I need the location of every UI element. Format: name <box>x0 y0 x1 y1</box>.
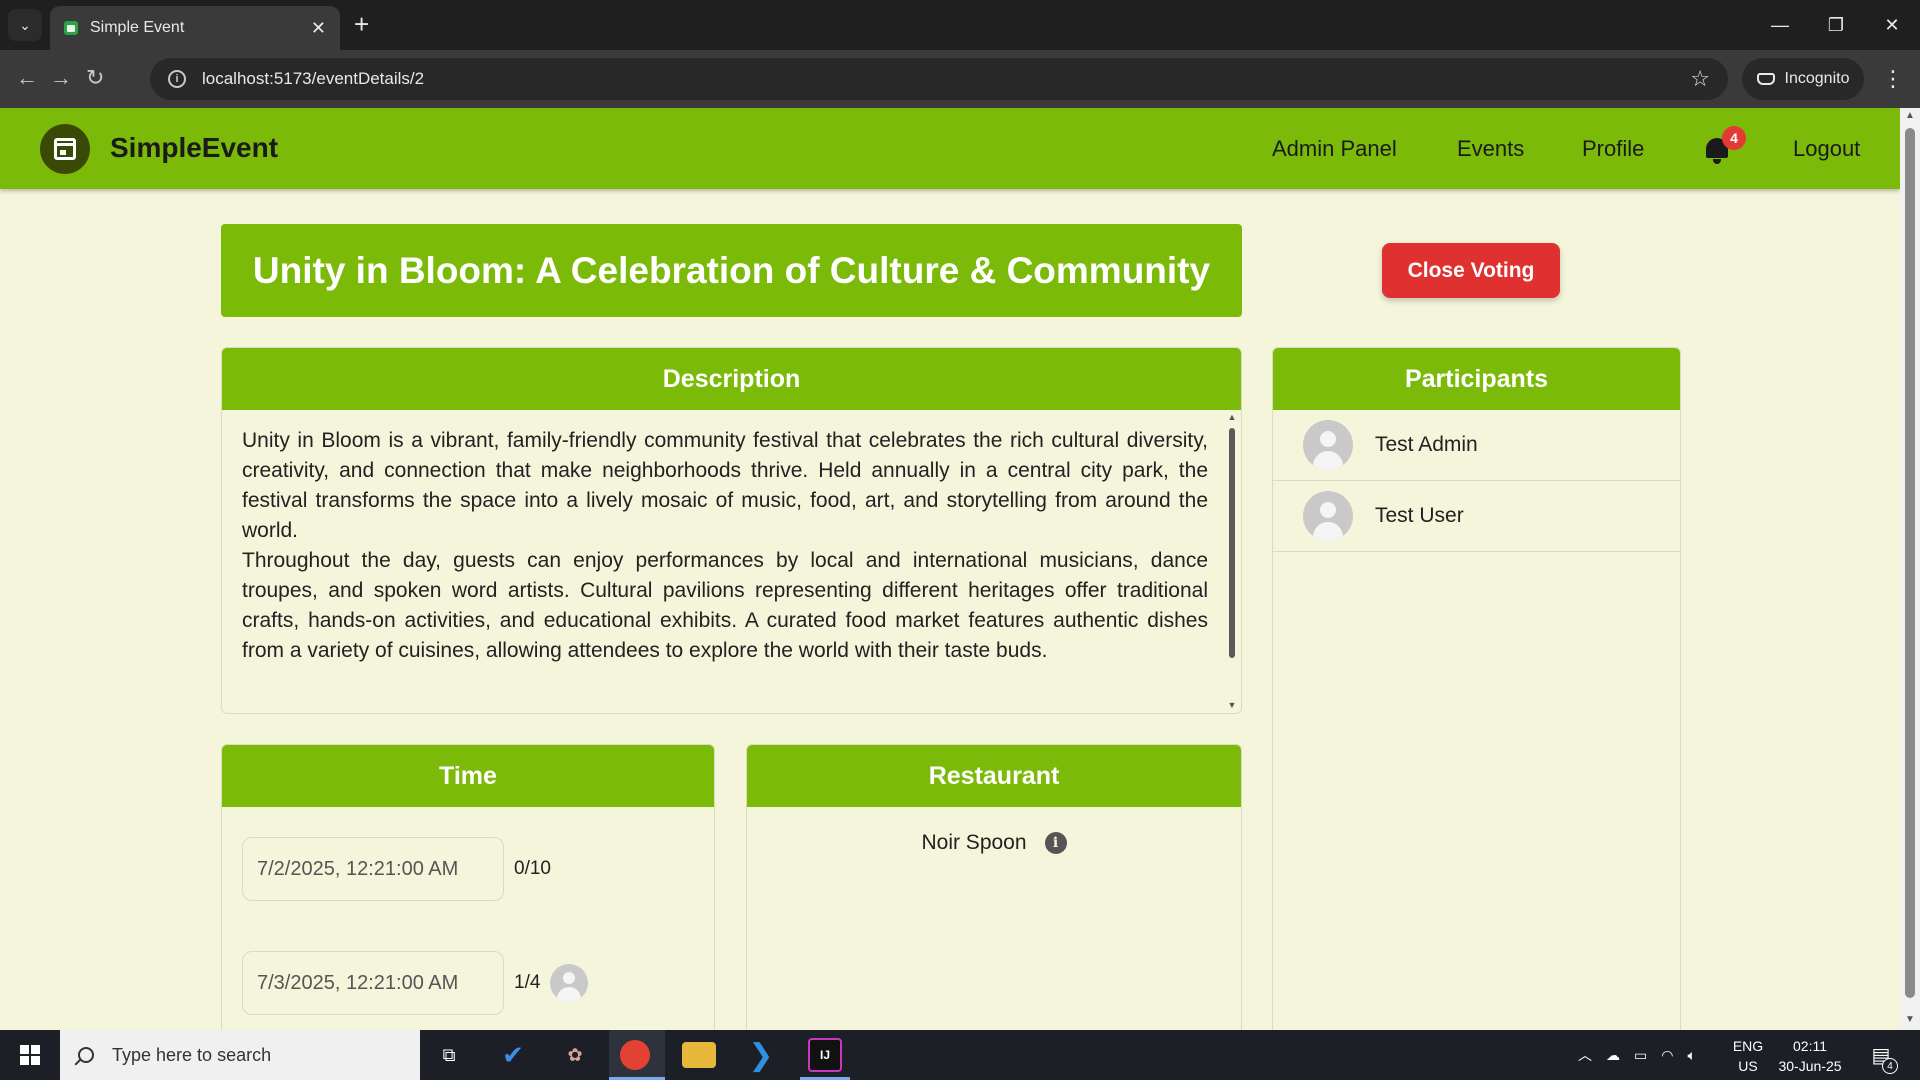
bookmark-star-icon[interactable]: ☆ <box>1690 66 1710 92</box>
onedrive-icon[interactable]: ☁ <box>1606 1047 1620 1064</box>
url-text: localhost:5173/eventDetails/2 <box>202 69 425 88</box>
tab-title: Simple Event <box>90 19 185 36</box>
start-button[interactable] <box>0 1030 60 1080</box>
site-info-icon[interactable]: i <box>168 70 186 88</box>
nav-profile[interactable]: Profile <box>1582 136 1644 162</box>
incognito-icon <box>1756 73 1775 85</box>
window-close-icon[interactable]: ✕ <box>1864 0 1920 50</box>
nav-admin-panel[interactable]: Admin Panel <box>1272 136 1397 162</box>
minimize-icon[interactable]: — <box>1752 0 1808 50</box>
volume-icon[interactable]: 🔈︎ <box>1687 1047 1695 1064</box>
participant-name: Test User <box>1375 504 1464 527</box>
participant-row[interactable]: Test User <box>1273 481 1680 552</box>
time-card: Time 7/2/2025, 12:21:00 AM 0/10 7/3/2025… <box>221 744 715 1030</box>
paint-app-icon[interactable]: ✿ <box>558 1038 592 1072</box>
battery-icon[interactable]: ▭ <box>1634 1047 1647 1064</box>
scroll-down-icon[interactable]: ▼ <box>1227 700 1237 710</box>
brand-name[interactable]: SimpleEvent <box>110 132 278 164</box>
browser-tab-bar: ⌄ Simple Event ✕ + — ❐ ✕ <box>0 0 1920 50</box>
page-viewport: SimpleEvent Admin Panel Events Profile 4… <box>0 108 1920 1030</box>
incognito-indicator[interactable]: Incognito <box>1742 58 1864 100</box>
calendar-favicon-icon <box>64 21 78 35</box>
restaurant-card: Restaurant Noir Spoon i <box>746 744 1242 1030</box>
scrollbar-thumb[interactable] <box>1905 128 1915 998</box>
time-option: 7/3/2025, 12:21:00 AM 1/4 <box>242 951 589 1015</box>
window-controls: — ❐ ✕ <box>1752 0 1920 50</box>
browser-menu-icon[interactable]: ⋮ <box>1882 62 1904 96</box>
clock-time: 02:11 <box>1793 1038 1827 1054</box>
chevron-up-icon[interactable]: ︿ <box>1578 1045 1592 1065</box>
calendar-icon <box>54 138 76 160</box>
chevron-down-icon: ⌄ <box>19 16 31 33</box>
search-icon <box>78 1047 94 1063</box>
vscode-icon[interactable]: ❯ <box>744 1038 778 1072</box>
system-tray: ︿ ☁ ▭ ◠ 🔈︎ <box>1578 1030 1696 1080</box>
todo-app-icon[interactable]: ✔ <box>496 1038 530 1072</box>
tab-close-icon[interactable]: ✕ <box>311 18 326 39</box>
participants-header: Participants <box>1273 348 1680 410</box>
forward-arrow-icon[interactable]: → <box>50 66 72 90</box>
scroll-down-icon[interactable]: ▼ <box>1900 1014 1920 1025</box>
taskbar-clock[interactable]: 02:11 30-Jun-25 <box>1770 1036 1850 1076</box>
user-avatar-icon <box>1303 420 1353 470</box>
back-arrow-icon[interactable]: ← <box>16 66 38 90</box>
description-scrollbar[interactable]: ▲ ▼ <box>1227 412 1237 712</box>
participants-card: Participants Test Admin Test User <box>1272 347 1681 1030</box>
description-text[interactable]: Unity in Bloom is a vibrant, family-frie… <box>242 426 1208 666</box>
scrollbar-thumb[interactable] <box>1229 428 1235 658</box>
time-header: Time <box>222 745 714 807</box>
chrome-icon[interactable] <box>620 1040 650 1070</box>
language-indicator[interactable]: ENG US <box>1728 1036 1768 1076</box>
region-code: US <box>1738 1058 1758 1074</box>
participant-row[interactable]: Test Admin <box>1273 410 1680 481</box>
nav-events[interactable]: Events <box>1457 136 1524 162</box>
notification-badge: 4 <box>1722 126 1746 150</box>
scroll-up-icon[interactable]: ▲ <box>1227 412 1237 422</box>
vote-count: 0/10 <box>514 858 551 879</box>
vote-count: 1/4 <box>514 972 541 993</box>
description-paragraph: Unity in Bloom is a vibrant, family-frie… <box>242 429 1208 542</box>
description-header: Description <box>222 348 1241 410</box>
new-tab-button[interactable]: + <box>354 10 369 38</box>
restore-icon[interactable]: ❐ <box>1808 0 1864 50</box>
event-title-card: Unity in Bloom: A Celebration of Culture… <box>221 224 1242 317</box>
wifi-icon[interactable]: ◠ <box>1661 1047 1673 1064</box>
participant-name: Test Admin <box>1375 433 1478 456</box>
windows-taskbar: Type here to search ⧉ ✔ ✿ ❯ IJ ︿ ☁ ▭ ◠ 🔈… <box>0 1030 1920 1080</box>
url-input[interactable]: i localhost:5173/eventDetails/2 ☆ <box>150 58 1728 100</box>
action-center-badge: 4 <box>1882 1058 1898 1074</box>
user-avatar-icon <box>1303 491 1353 541</box>
voter-avatar-icon <box>550 964 589 1002</box>
clock-date: 30-Jun-25 <box>1778 1058 1842 1074</box>
app-navbar: SimpleEvent Admin Panel Events Profile 4… <box>0 108 1900 189</box>
notifications-button[interactable]: 4 <box>1704 126 1746 166</box>
scroll-up-icon[interactable]: ▲ <box>1900 110 1920 121</box>
restaurant-header: Restaurant <box>747 745 1241 807</box>
lang-code: ENG <box>1732 1038 1764 1054</box>
event-title: Unity in Bloom: A Celebration of Culture… <box>252 249 1211 291</box>
reload-icon[interactable]: ↻ <box>86 66 104 90</box>
time-option-field[interactable]: 7/3/2025, 12:21:00 AM <box>242 951 504 1015</box>
restaurant-option[interactable]: Noir Spoon i <box>747 831 1241 855</box>
page-scrollbar[interactable]: ▲ ▼ <box>1900 108 1920 1030</box>
incognito-label: Incognito <box>1784 70 1850 87</box>
file-explorer-icon[interactable] <box>682 1042 716 1068</box>
time-option: 7/2/2025, 12:21:00 AM 0/10 <box>242 837 551 901</box>
tab-search-button[interactable]: ⌄ <box>8 9 42 41</box>
windows-logo-icon <box>20 1045 40 1065</box>
time-option-field[interactable]: 7/2/2025, 12:21:00 AM <box>242 837 504 901</box>
browser-tab[interactable]: Simple Event ✕ <box>50 6 340 50</box>
close-voting-button[interactable]: Close Voting <box>1382 243 1560 298</box>
restaurant-name: Noir Spoon <box>921 831 1027 854</box>
info-icon[interactable]: i <box>1044 832 1067 854</box>
task-view-icon[interactable]: ⧉ <box>432 1038 466 1072</box>
intellij-icon[interactable]: IJ <box>808 1038 842 1072</box>
description-card: Description Unity in Bloom is a vibrant,… <box>221 347 1242 714</box>
taskbar-search[interactable]: Type here to search <box>60 1030 420 1080</box>
search-placeholder: Type here to search <box>112 1044 272 1065</box>
app-logo[interactable] <box>40 124 90 174</box>
description-paragraph: Throughout the day, guests can enjoy per… <box>242 549 1208 662</box>
address-bar-row: ← → ↻ i localhost:5173/eventDetails/2 ☆ … <box>0 50 1920 108</box>
nav-logout[interactable]: Logout <box>1793 136 1860 162</box>
